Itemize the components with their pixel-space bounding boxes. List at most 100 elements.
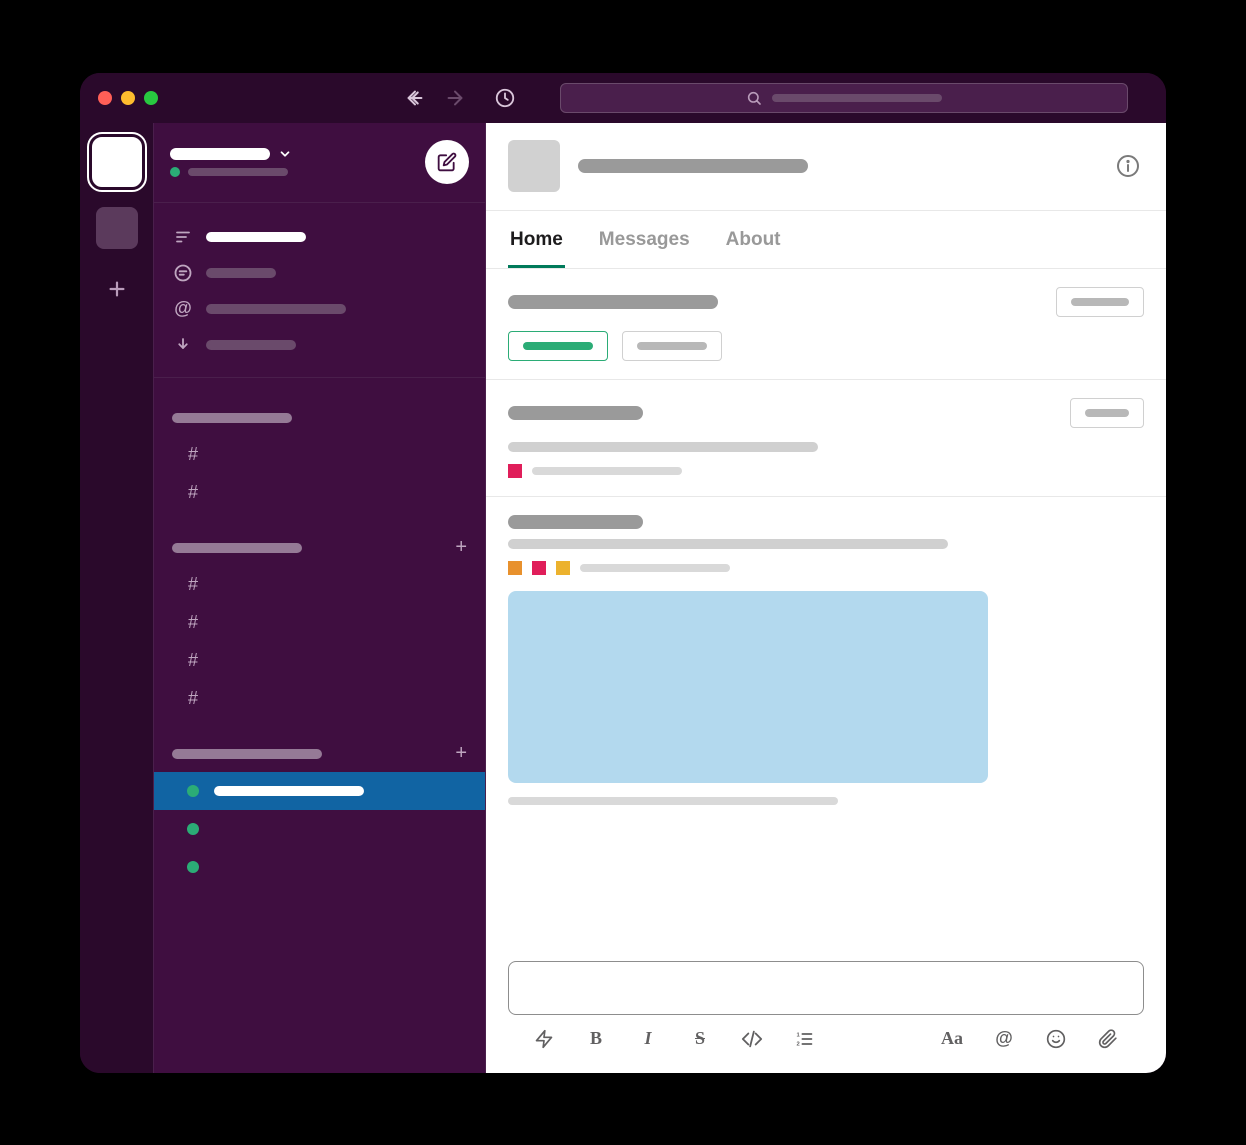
legend-row [508, 561, 1144, 575]
close-window-button[interactable] [98, 91, 112, 105]
sidebar-header [154, 123, 485, 203]
hash-icon: # [184, 574, 202, 595]
bold-button[interactable]: B [582, 1025, 610, 1053]
forward-button[interactable] [438, 81, 472, 115]
search-icon [746, 90, 762, 106]
sidebar-item-more[interactable] [154, 327, 485, 363]
app-window: @ # # [80, 73, 1166, 1073]
workspace-1[interactable] [92, 137, 142, 187]
italic-button[interactable]: I [634, 1025, 662, 1053]
sidebar-section-a-header[interactable] [154, 400, 485, 436]
footnote-text [508, 797, 838, 805]
text-line [508, 442, 818, 452]
hash-icon: # [184, 444, 202, 465]
channel-item[interactable]: # [154, 680, 485, 718]
sidebar-section-c-header[interactable]: + [154, 736, 485, 772]
minimize-window-button[interactable] [121, 91, 135, 105]
sidebar-item-label [206, 232, 306, 242]
button-label [1085, 409, 1129, 417]
code-icon [741, 1028, 763, 1050]
svg-text:2: 2 [797, 1041, 801, 1047]
section-title [172, 749, 322, 759]
legend-swatch-red [532, 561, 546, 575]
channel-item[interactable]: # [154, 642, 485, 680]
sidebar-section-b-header[interactable]: + [154, 530, 485, 566]
list-button[interactable]: 12 [790, 1025, 818, 1053]
tab-messages[interactable]: Messages [597, 211, 692, 268]
code-button[interactable] [738, 1025, 766, 1053]
compose-button[interactable] [425, 140, 469, 184]
compose-icon [437, 152, 457, 172]
channel-label [214, 618, 344, 628]
user-status[interactable] [170, 167, 292, 177]
tab-bar: Home Messages About [486, 211, 1166, 269]
channel-item[interactable]: # [154, 436, 485, 474]
channel-label [214, 488, 334, 498]
tab-home[interactable]: Home [508, 211, 565, 268]
content-block-1 [486, 269, 1166, 380]
block-action-button[interactable] [1056, 287, 1144, 317]
content-block-3 [486, 497, 1166, 823]
shortcuts-button[interactable] [530, 1025, 558, 1053]
dm-label [214, 786, 364, 796]
format-toggle-button[interactable]: Aa [938, 1025, 966, 1053]
app-title [578, 159, 808, 173]
channel-label [214, 656, 334, 666]
sidebar-item-sort[interactable] [154, 219, 485, 255]
sidebar-item-mentions[interactable]: @ [154, 291, 485, 327]
nav-arrows [398, 81, 522, 115]
back-button[interactable] [398, 81, 432, 115]
hash-icon: # [184, 482, 202, 503]
chip-label [637, 342, 707, 350]
section-title [172, 413, 292, 423]
section-title [172, 543, 302, 553]
main-pane: Home Messages About [486, 123, 1166, 1073]
attach-button[interactable] [1094, 1025, 1122, 1053]
composer-area: B I S 12 Aa @ [486, 961, 1166, 1073]
legend-swatch-orange [508, 561, 522, 575]
dm-item-selected[interactable] [154, 772, 485, 810]
channel-item[interactable]: # [154, 566, 485, 604]
message-input[interactable] [508, 961, 1144, 1015]
main-header [486, 123, 1166, 211]
mention-button[interactable]: @ [990, 1025, 1018, 1053]
block-title [508, 295, 718, 309]
content-scroll [486, 269, 1166, 961]
sidebar-item-threads[interactable] [154, 255, 485, 291]
add-dm-button[interactable]: + [455, 742, 467, 765]
sidebar: @ # # [154, 123, 486, 1073]
hash-icon: # [184, 650, 202, 671]
channel-label [214, 580, 354, 590]
maximize-window-button[interactable] [144, 91, 158, 105]
add-workspace-button[interactable] [97, 269, 137, 309]
presence-dot [187, 785, 199, 797]
channel-item[interactable]: # [154, 474, 485, 512]
workspace-2[interactable] [96, 207, 138, 249]
channel-label [214, 450, 344, 460]
search-bar[interactable] [560, 83, 1128, 113]
block-title [508, 406, 643, 420]
history-button[interactable] [488, 81, 522, 115]
strikethrough-button[interactable]: S [686, 1025, 714, 1053]
sidebar-item-label [206, 340, 296, 350]
mention-icon: @ [172, 298, 194, 319]
legend-swatch-yellow [556, 561, 570, 575]
sidebar-item-label [206, 268, 276, 278]
chip-primary[interactable] [508, 331, 608, 361]
text-line [508, 539, 948, 549]
presence-dot [170, 167, 180, 177]
info-button[interactable] [1112, 150, 1144, 182]
add-channel-button[interactable]: + [455, 536, 467, 559]
block-action-button[interactable] [1070, 398, 1144, 428]
block-title [508, 515, 643, 529]
dm-item[interactable] [154, 810, 485, 848]
app-avatar [508, 140, 560, 192]
channel-item[interactable]: # [154, 604, 485, 642]
user-name [188, 168, 288, 176]
dm-item[interactable] [154, 848, 485, 886]
tab-about[interactable]: About [724, 211, 783, 268]
emoji-button[interactable] [1042, 1025, 1070, 1053]
workspace-switcher[interactable] [170, 147, 292, 161]
workspace-name [170, 148, 270, 160]
chip-secondary[interactable] [622, 331, 722, 361]
